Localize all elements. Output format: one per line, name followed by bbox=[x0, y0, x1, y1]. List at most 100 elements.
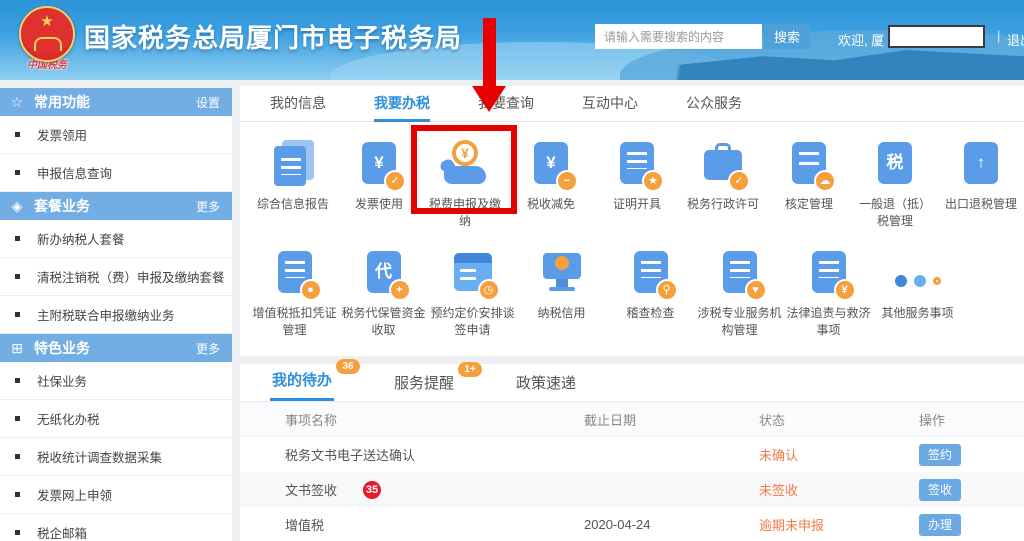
search-input[interactable] bbox=[595, 24, 762, 49]
sidebar-item[interactable]: 新办纳税人套餐 bbox=[0, 220, 232, 258]
service-item-label: 一般退（抵）税管理 bbox=[852, 196, 938, 231]
sidebar-section-header: ◈套餐业务更多 bbox=[0, 192, 232, 220]
bullet-icon bbox=[15, 416, 20, 421]
service-item[interactable]: 税一般退（抵）税管理 bbox=[852, 140, 938, 231]
item-name: 增值税 bbox=[285, 515, 324, 534]
other-services-icon bbox=[891, 249, 945, 297]
badge-icon: ☁ bbox=[816, 172, 834, 190]
tab-我的信息[interactable]: 我的信息 bbox=[270, 86, 326, 122]
sidebar-section-action[interactable]: 更多 bbox=[196, 340, 220, 357]
service-item[interactable]: ↑出口退税管理 bbox=[938, 140, 1024, 231]
todo-tab-政策速递[interactable]: 政策速递 bbox=[514, 364, 578, 401]
grid-icon: ⊞ bbox=[0, 340, 34, 357]
audit-inspection-icon: ⚲ bbox=[624, 249, 678, 297]
tab-我要办税[interactable]: 我要办税 bbox=[374, 86, 430, 122]
search-bar: 搜索 bbox=[595, 24, 810, 49]
legal-remedy-icon: ¥ bbox=[802, 249, 856, 297]
table-row: 税务文书电子送达确认 未确认签约 bbox=[240, 437, 1024, 472]
badge-icon: ✓ bbox=[386, 172, 404, 190]
badge-icon: ● bbox=[302, 281, 320, 299]
item-name: 文书签收 bbox=[285, 480, 337, 499]
action-cell: 签收 bbox=[919, 479, 1024, 501]
action-button[interactable]: 办理 bbox=[919, 514, 961, 536]
service-item[interactable]: ◷预约定价安排谈签申请 bbox=[428, 249, 517, 340]
sidebar-item-label: 社保业务 bbox=[37, 371, 87, 390]
status-text: 未签收 bbox=[759, 480, 919, 499]
service-item-label: 税收减免 bbox=[508, 196, 594, 213]
username-redaction-box bbox=[888, 25, 985, 48]
main-panel: 我的信息我要办税我要查询互动中心公众服务 综合信息报告¥✓发票使用¥税费申报及缴… bbox=[240, 86, 1024, 356]
sidebar-item-label: 主附税联合申报缴纳业务 bbox=[37, 305, 175, 324]
service-item[interactable]: ★证明开具 bbox=[594, 140, 680, 231]
service-item[interactable]: ●增值税抵扣凭证管理 bbox=[250, 249, 339, 340]
action-button[interactable]: 签约 bbox=[919, 444, 961, 466]
service-item-label: 其他服务事项 bbox=[873, 305, 962, 322]
service-item-label: 综合信息报告 bbox=[250, 196, 336, 213]
service-item[interactable]: 综合信息报告 bbox=[250, 140, 336, 231]
sidebar-item-label: 发票网上申领 bbox=[37, 485, 112, 504]
item-name-cell: 增值税 bbox=[285, 515, 584, 534]
general-tax-refund-icon: 税 bbox=[868, 140, 922, 188]
sidebar-item[interactable]: 无纸化办税 bbox=[0, 400, 232, 438]
sidebar-section-action[interactable]: 设置 bbox=[196, 94, 220, 111]
sidebar-section-action[interactable]: 更多 bbox=[196, 198, 220, 215]
service-grid-row: ●增值税抵扣凭证管理代+ 税务代保管资金收取◷预约定价安排谈签申请纳税信用⚲稽查检… bbox=[240, 249, 1024, 340]
todo-tab-我的待办[interactable]: 我的待办36 bbox=[270, 361, 334, 401]
badge-icon: ♥ bbox=[747, 281, 765, 299]
service-item[interactable]: 代+ 税务代保管资金收取 bbox=[339, 249, 428, 340]
service-item-label: 发票使用 bbox=[336, 196, 422, 213]
sidebar-item[interactable]: 清税注销税（费）申报及缴纳套餐 bbox=[0, 258, 232, 296]
main-tabs: 我的信息 我要办税 我要查询 互动中心 公众服务 bbox=[240, 86, 1024, 122]
sidebar-item-label: 税收统计调查数据采集 bbox=[37, 447, 162, 466]
tax-service-agency-icon: ♥ bbox=[713, 249, 767, 297]
sidebar-section-header: ☆常用功能设置 bbox=[0, 88, 232, 116]
tab-互动中心[interactable]: 互动中心 bbox=[582, 86, 638, 122]
service-item[interactable]: ¥ 法律追责与救济事项 bbox=[784, 249, 873, 340]
service-item[interactable]: ⚲稽查检查 bbox=[606, 249, 695, 340]
service-item[interactable]: ¥−税收减免 bbox=[508, 140, 594, 231]
sidebar-item[interactable]: 主附税联合申报缴纳业务 bbox=[0, 296, 232, 334]
table-header-row: 事项名称截止日期状态操作 bbox=[240, 402, 1024, 437]
sidebar-item[interactable]: 发票网上申领 bbox=[0, 476, 232, 514]
service-item[interactable]: 其他服务事项 bbox=[873, 249, 962, 340]
sidebar-item-label: 新办纳税人套餐 bbox=[37, 229, 125, 248]
sidebar-item[interactable]: 税企邮箱 bbox=[0, 514, 232, 541]
badge-icon: ✓ bbox=[730, 172, 748, 190]
service-item-label: 税务行政许可 bbox=[680, 196, 766, 213]
invoice-use-icon: ¥✓ bbox=[352, 140, 406, 188]
tab-我要查询[interactable]: 我要查询 bbox=[478, 86, 534, 122]
header-banner: ★ 中国税务 国家税务总局厦门市电子税务局 搜索 欢迎, 厦 | 退出 bbox=[0, 0, 1024, 80]
service-item-label: 证明开具 bbox=[594, 196, 680, 213]
sidebar-section-title: 特色业务 bbox=[34, 338, 196, 358]
todo-panel: 我的待办36 服务提醒1+ 政策速递 事项名称截止日期状态操作 税务文书电子送达确认… bbox=[240, 364, 1024, 541]
service-item-label: 预约定价安排谈签申请 bbox=[428, 305, 517, 340]
service-item[interactable]: ¥✓ 发票使用 bbox=[336, 140, 422, 231]
sidebar-item-label: 申报信息查询 bbox=[37, 163, 112, 182]
service-item[interactable]: ¥税费申报及缴纳 bbox=[422, 140, 508, 231]
item-name: 税务文书电子送达确认 bbox=[285, 445, 415, 464]
action-button[interactable]: 签收 bbox=[919, 479, 961, 501]
tab-公众服务[interactable]: 公众服务 bbox=[686, 86, 742, 122]
search-button[interactable]: 搜索 bbox=[764, 24, 810, 49]
sidebar-item-label: 发票领用 bbox=[37, 125, 87, 144]
service-item[interactable]: 纳税信用 bbox=[517, 249, 606, 340]
service-item[interactable]: ✓ 税务行政许可 bbox=[680, 140, 766, 231]
bullet-icon bbox=[15, 530, 20, 535]
service-item[interactable]: ☁核定管理 bbox=[766, 140, 852, 231]
bullet-icon bbox=[15, 492, 20, 497]
service-item-label: 税务代保管资金收取 bbox=[339, 305, 428, 340]
sidebar-item[interactable]: 发票领用 bbox=[0, 116, 232, 154]
sidebar-item-label: 无纸化办税 bbox=[37, 409, 100, 428]
sidebar-item[interactable]: 税收统计调查数据采集 bbox=[0, 438, 232, 476]
service-grid-row: 综合信息报告 ¥✓ 发票使用¥税费申报及缴纳¥−税收减免★证明开具 ✓ 税务行政许可☁核… bbox=[240, 140, 1024, 231]
service-item-label: 法律追责与救济事项 bbox=[784, 305, 873, 340]
bullet-icon bbox=[15, 236, 20, 241]
status-text: 未确认 bbox=[759, 445, 919, 464]
logout-link[interactable]: 退出 bbox=[1007, 30, 1024, 49]
sidebar-item[interactable]: 申报信息查询 bbox=[0, 154, 232, 192]
todo-tab-服务提醒[interactable]: 服务提醒1+ bbox=[392, 364, 456, 401]
tab-count-badge: 36 bbox=[336, 359, 360, 374]
escrow-funds-icon: 代+ bbox=[357, 249, 411, 297]
service-item[interactable]: ♥涉税专业服务机构管理 bbox=[695, 249, 784, 340]
sidebar-item[interactable]: 社保业务 bbox=[0, 362, 232, 400]
